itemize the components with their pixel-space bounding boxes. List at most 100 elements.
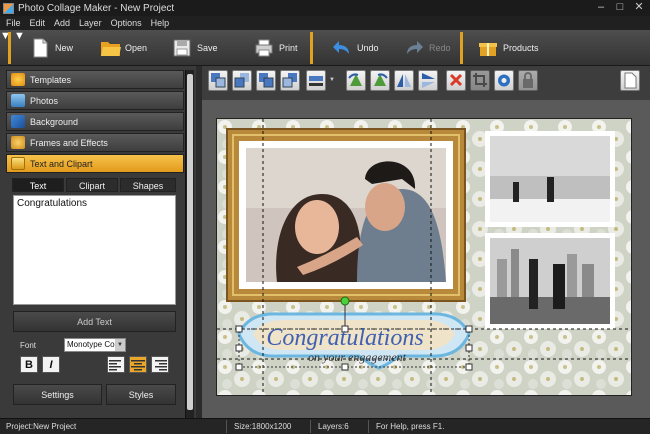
section-label: Photos xyxy=(30,95,59,106)
rotate-left-button[interactable] xyxy=(346,70,366,91)
redo-arrow-icon xyxy=(404,38,424,58)
tab-shapes[interactable]: Shapes xyxy=(120,178,176,192)
flip-vertical-button[interactable] xyxy=(418,70,438,91)
italic-button[interactable]: I xyxy=(42,356,60,373)
section-frames-effects[interactable]: Frames and Effects xyxy=(6,133,184,152)
align-right-icon xyxy=(155,360,167,371)
align-dropdown-icon[interactable]: ▼ xyxy=(329,77,335,83)
redo-label: Redo xyxy=(429,43,451,53)
scrollbar-thumb[interactable] xyxy=(187,74,193,410)
section-label: Text and Clipart xyxy=(30,158,93,169)
rotate-right-button[interactable] xyxy=(370,70,390,91)
align-button[interactable] xyxy=(306,70,326,91)
print-button[interactable]: Print xyxy=(254,33,298,63)
flip-horizontal-icon xyxy=(397,74,411,87)
bold-button[interactable]: B xyxy=(20,356,38,373)
canvas-main-text[interactable]: Congratulations xyxy=(266,325,423,351)
main-toolbar: New Open Save ▼ Print Undo Redo Products… xyxy=(0,30,650,66)
font-label: Font xyxy=(20,341,37,350)
star-icon xyxy=(11,73,25,86)
align-center-icon xyxy=(131,360,145,371)
crop-button[interactable] xyxy=(470,70,490,91)
menu-add[interactable]: Add xyxy=(54,18,70,28)
status-project: Project:New Project xyxy=(6,422,77,431)
add-text-button[interactable]: Add Text xyxy=(13,311,176,332)
collage-canvas[interactable]: Congratulations on your engagement xyxy=(216,118,632,396)
products-label: Products xyxy=(503,43,539,53)
crop-icon xyxy=(473,73,487,87)
undo-button[interactable]: Undo xyxy=(332,33,379,63)
status-size: Size:1800x1200 xyxy=(234,422,292,431)
close-button[interactable]: ✕ xyxy=(630,0,648,16)
menu-bar: File Edit Add Layer Options Help xyxy=(0,16,650,30)
status-separator xyxy=(226,420,227,433)
page-icon xyxy=(624,72,637,89)
left-panel-scrollbar[interactable] xyxy=(185,70,194,418)
app-icon xyxy=(3,2,14,14)
bring-to-front-button[interactable] xyxy=(208,70,228,91)
section-templates[interactable]: Templates xyxy=(6,70,184,89)
section-text-clipart[interactable]: Text and Clipart xyxy=(6,154,184,173)
status-separator xyxy=(368,420,369,433)
new-button[interactable]: New xyxy=(30,33,73,63)
settings-gear-button[interactable] xyxy=(494,70,514,91)
text-input[interactable]: Congratulations xyxy=(13,195,176,305)
open-label: Open xyxy=(125,43,148,53)
undo-label: Undo xyxy=(357,43,379,53)
section-label: Background xyxy=(30,116,79,127)
toolbar-separator xyxy=(8,32,11,64)
lock-icon xyxy=(523,72,533,88)
printer-icon xyxy=(254,38,274,58)
lock-button[interactable] xyxy=(518,70,538,91)
tab-text[interactable]: Text xyxy=(12,178,64,192)
new-label: New xyxy=(55,43,74,53)
menu-options[interactable]: Options xyxy=(111,18,142,28)
status-layers: Layers:6 xyxy=(318,422,349,431)
open-folder-icon xyxy=(100,38,121,58)
minimize-button[interactable]: – xyxy=(592,0,610,16)
align-left-button[interactable] xyxy=(107,356,125,373)
status-bar: Project:New Project Size:1800x1200 Layer… xyxy=(0,418,650,434)
status-help: For Help, press F1. xyxy=(376,422,445,431)
delete-button[interactable] xyxy=(446,70,466,91)
maximize-button[interactable]: □ xyxy=(611,0,629,16)
products-button[interactable]: Products xyxy=(478,33,539,63)
section-photos[interactable]: Photos xyxy=(6,91,184,110)
send-back-icon xyxy=(282,73,297,88)
align-center-button[interactable] xyxy=(129,356,147,373)
chevron-down-icon: ▼ xyxy=(115,339,125,351)
section-label: Frames and Effects xyxy=(30,137,108,148)
menu-layer[interactable]: Layer xyxy=(79,18,102,28)
section-background[interactable]: Background xyxy=(6,112,184,131)
rotate-left-icon xyxy=(348,73,362,86)
trophy-icon xyxy=(11,157,25,170)
toolbar-separator xyxy=(460,32,463,64)
font-select[interactable]: Monotype Corsiva ▼ xyxy=(64,338,126,352)
menu-help[interactable]: Help xyxy=(151,18,170,28)
bring-forward-button[interactable] xyxy=(232,70,252,91)
save-button[interactable]: Save xyxy=(172,33,218,63)
photo-icon xyxy=(11,94,25,107)
delete-icon xyxy=(449,73,463,87)
menu-edit[interactable]: Edit xyxy=(30,18,46,28)
open-button[interactable]: Open xyxy=(100,33,147,63)
styles-button[interactable]: Styles xyxy=(106,384,176,405)
settings-button[interactable]: Settings xyxy=(13,384,102,405)
bring-front-icon xyxy=(211,73,226,88)
status-separator xyxy=(310,420,311,433)
send-backward-button[interactable] xyxy=(256,70,276,91)
products-gift-icon xyxy=(478,38,498,58)
redo-button[interactable]: Redo xyxy=(404,33,451,63)
new-file-icon xyxy=(30,38,50,58)
send-to-back-button[interactable] xyxy=(280,70,300,91)
menu-file[interactable]: File xyxy=(6,18,21,28)
align-right-button[interactable] xyxy=(151,356,169,373)
send-backward-icon xyxy=(259,73,274,88)
section-label: Templates xyxy=(30,74,72,85)
products-dropdown-icon[interactable]: ▼ xyxy=(14,30,25,42)
tab-clipart[interactable]: Clipart xyxy=(66,178,118,192)
align-left-icon xyxy=(109,360,121,371)
canvas-sub-text[interactable]: on your engagement xyxy=(308,350,407,364)
flip-horizontal-button[interactable] xyxy=(394,70,414,91)
page-button[interactable] xyxy=(620,70,640,91)
